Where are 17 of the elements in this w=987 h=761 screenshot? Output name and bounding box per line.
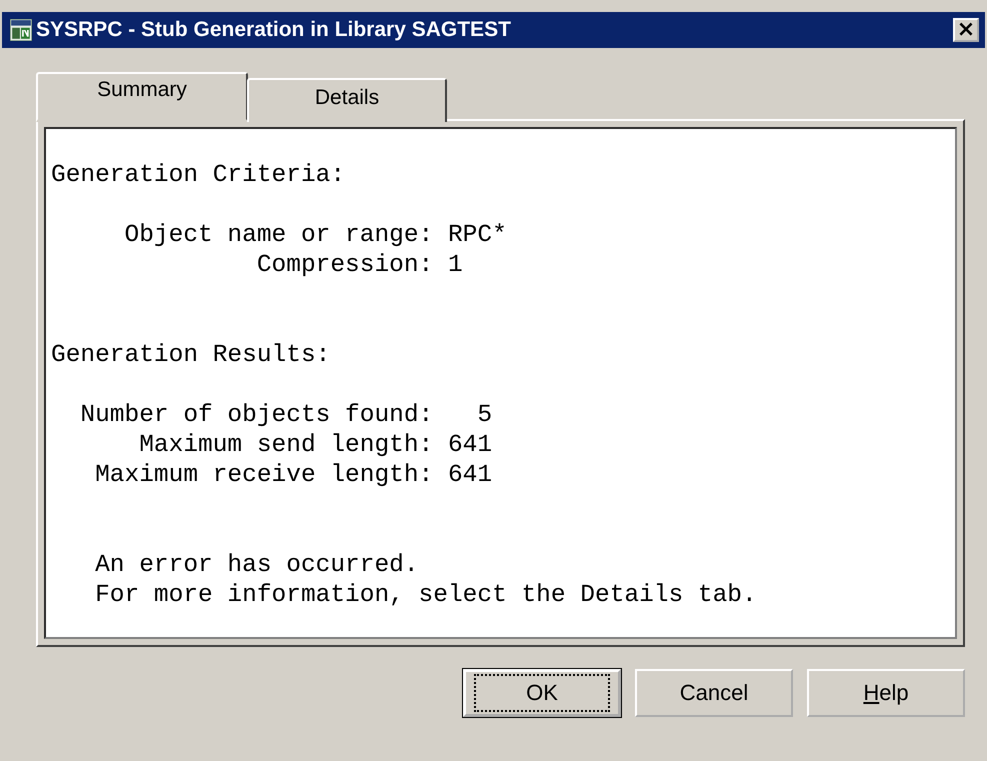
dialog-button[interactable]: Cancel [635, 669, 793, 717]
app-icon [10, 19, 32, 41]
tab[interactable]: Summary [36, 72, 248, 122]
dialog-button[interactable]: OK [463, 669, 621, 717]
section-heading: Generation Results: [51, 342, 330, 369]
section-heading: Generation Criteria: [51, 162, 346, 189]
tab[interactable]: Details [247, 78, 447, 122]
dialog-button[interactable]: Help [807, 669, 965, 717]
summary-line: For more information, select the Details tab. [94, 582, 757, 609]
summary-line: Object name or range: RPC* [124, 222, 507, 249]
summary-line: Maximum receive length: 641 [94, 462, 492, 489]
close-button[interactable]: × [953, 18, 979, 42]
summary-line: Compression: 1 [256, 252, 463, 279]
summary-line: Maximum send length: 641 [138, 432, 492, 459]
summary-line: An error has occurred. [94, 552, 419, 579]
window-title: SYSRPC - Stub Generation in Library SAGTEST [36, 18, 512, 42]
summary-line: Number of objects found: 5 [79, 402, 492, 429]
